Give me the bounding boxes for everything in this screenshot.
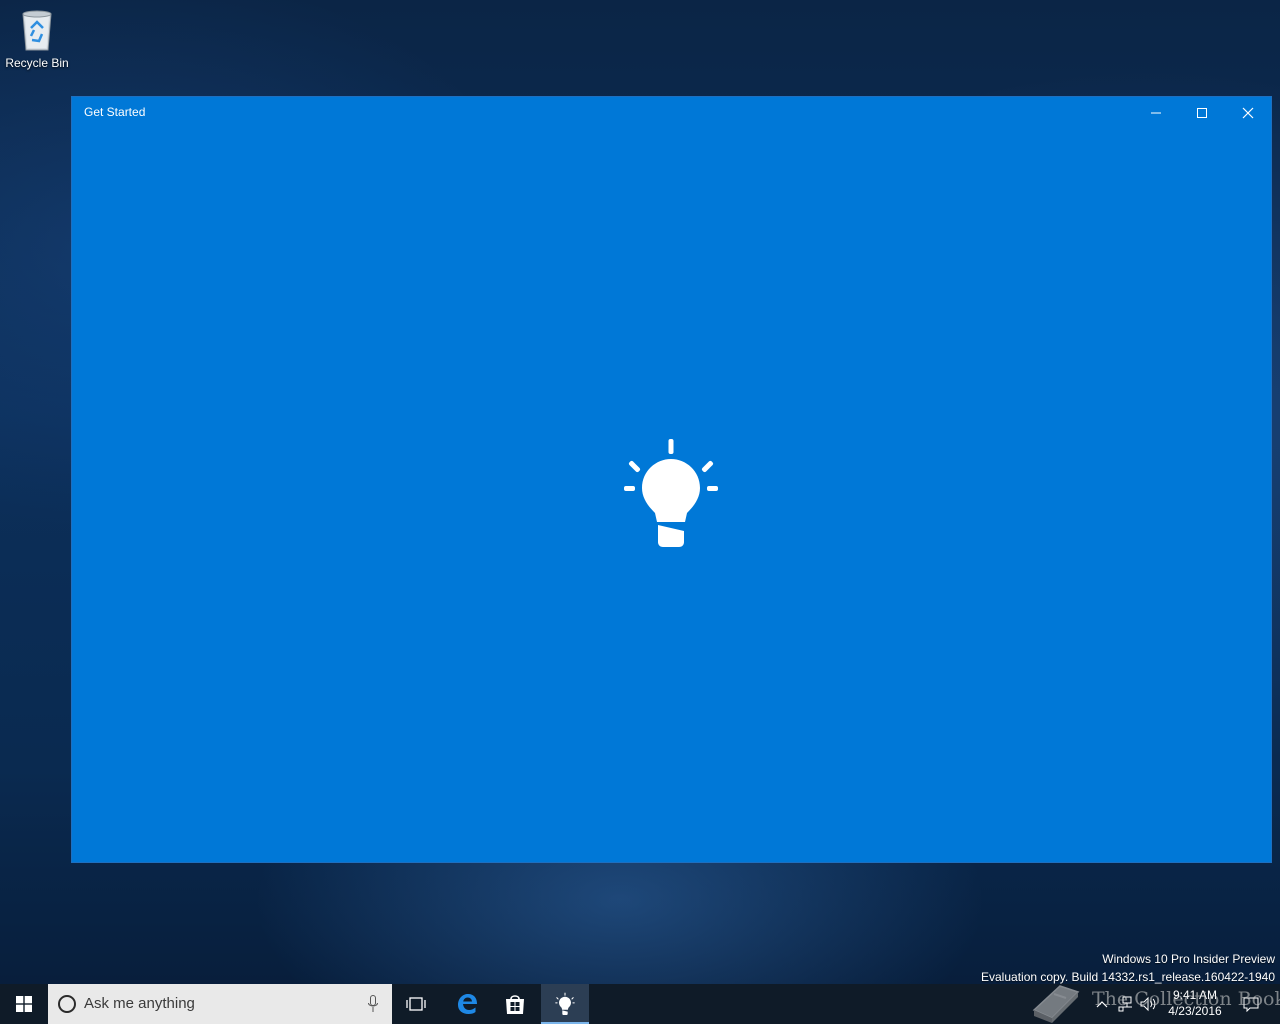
minimize-button[interactable]: [1133, 97, 1179, 128]
window-title: Get Started: [84, 105, 146, 119]
task-view-button[interactable]: [392, 984, 440, 1024]
maximize-button[interactable]: [1179, 97, 1225, 128]
store-icon: [506, 995, 524, 1014]
minimize-icon: [1151, 112, 1161, 113]
task-view-icon: [406, 997, 426, 1011]
store-taskbar-button[interactable]: [491, 984, 539, 1024]
window-titlebar[interactable]: Get Started: [72, 97, 1271, 128]
brand-text: The Collection Book: [1092, 988, 1280, 1010]
cortana-icon: [58, 995, 76, 1013]
recycle-bin-icon: [22, 10, 52, 51]
edge-taskbar-button[interactable]: [443, 984, 491, 1024]
maximize-icon: [1197, 107, 1207, 118]
start-button[interactable]: [0, 984, 48, 1024]
desktop-icon-recycle-bin[interactable]: Recycle Bin: [2, 6, 72, 76]
desktop: Recycle Bin Get Started Windows 10 Pro I…: [0, 0, 1280, 1024]
desktop-icon-label: Recycle Bin: [5, 56, 69, 70]
watermark-edition: Windows 10 Pro Insider Preview: [1102, 952, 1275, 966]
close-icon: [1242, 107, 1254, 118]
book-icon: [1032, 985, 1080, 1023]
get-started-taskbar-button[interactable]: [541, 984, 589, 1024]
get-started-icon: [555, 992, 575, 1015]
search-placeholder: Ask me anything: [84, 995, 195, 1012]
lightbulb-icon: [624, 439, 718, 547]
microphone-icon[interactable]: [368, 995, 378, 1013]
edge-icon: [458, 994, 477, 1014]
cortana-search-box[interactable]: Ask me anything: [48, 984, 392, 1024]
brand-watermark: The Collection Book: [1030, 978, 1280, 1024]
close-button[interactable]: [1225, 97, 1271, 128]
windows-logo-icon: [16, 996, 32, 1012]
get-started-window[interactable]: Get Started: [71, 96, 1272, 863]
